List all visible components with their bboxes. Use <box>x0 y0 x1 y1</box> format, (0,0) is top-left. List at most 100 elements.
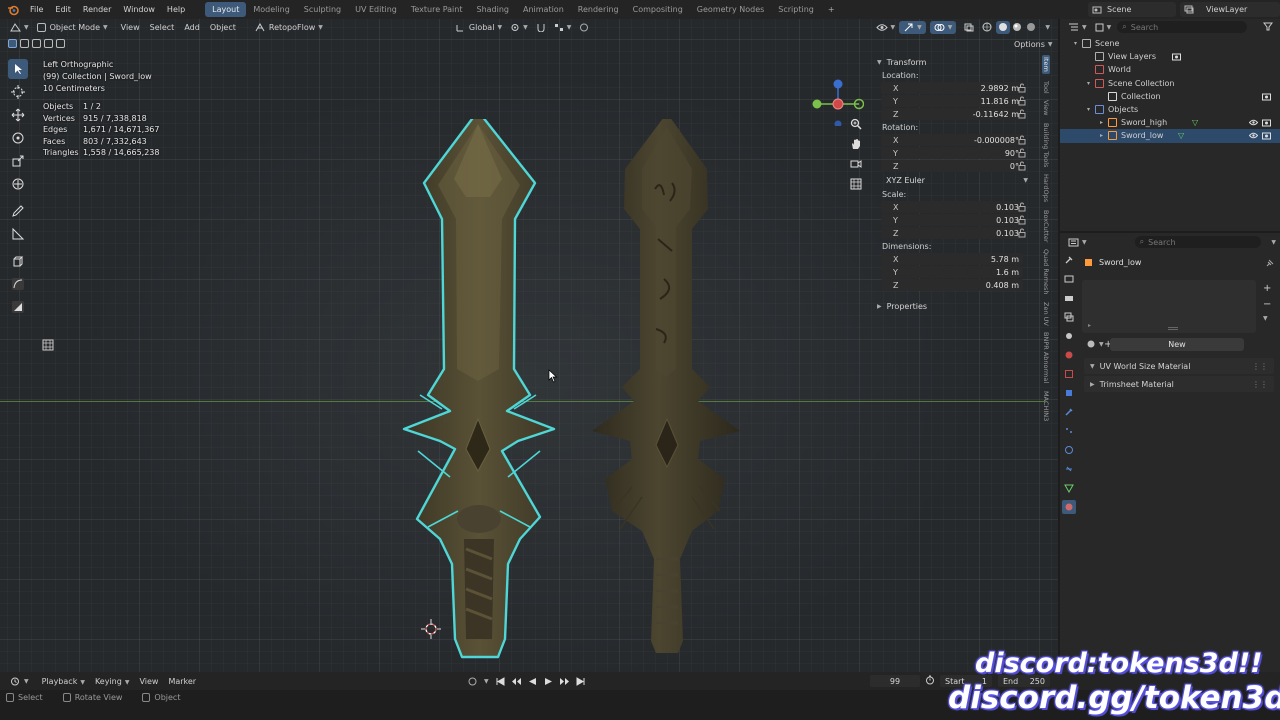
disclosure-triangle-icon[interactable]: ▾ <box>1087 106 1095 113</box>
filter-icon[interactable] <box>1263 22 1274 33</box>
prev-keyframe-icon[interactable] <box>511 677 521 686</box>
annotate-tool[interactable] <box>8 201 28 221</box>
viewport-menu-view[interactable]: View <box>116 23 145 32</box>
rotation-z-field[interactable]: Z 0° <box>881 160 1023 172</box>
next-keyframe-icon[interactable] <box>559 677 569 686</box>
outliner-row-view-layers[interactable]: View Layers <box>1060 50 1280 63</box>
location-y-field[interactable]: Y 11.816 m <box>881 95 1023 107</box>
select-invert-icon[interactable] <box>44 39 53 48</box>
slot-specials-icon[interactable]: ▼ <box>1263 315 1268 322</box>
rotation-y-field[interactable]: Y 90° <box>881 147 1023 159</box>
outliner-row-collection[interactable]: Collection <box>1060 90 1280 103</box>
n-tab-bnpr-abnormal[interactable]: BNPR Abnormal <box>1042 332 1050 383</box>
workspace-tab-texture-paint[interactable]: Texture Paint <box>404 2 470 17</box>
outliner-row-sword-high[interactable]: ▸ Sword_high ▽ <box>1060 116 1280 129</box>
data-tab-icon[interactable] <box>1062 481 1076 495</box>
outliner-editor-type[interactable]: ▼ <box>1064 21 1091 34</box>
xray-toggle[interactable] <box>960 21 978 34</box>
lock-icon[interactable] <box>1017 202 1027 212</box>
move-tool[interactable] <box>8 105 28 125</box>
constraints-tab-icon[interactable] <box>1062 462 1076 476</box>
3d-viewport[interactable]: ▼ Object Mode ▼ View Select Add Object Retop… <box>0 19 1058 672</box>
lock-icon[interactable] <box>1017 161 1027 171</box>
scale-tool[interactable] <box>8 151 28 171</box>
shading-options-dropdown[interactable]: ▼ <box>1038 21 1054 34</box>
workspace-tab-rendering[interactable]: Rendering <box>571 2 626 17</box>
tool-tab-icon[interactable] <box>1062 253 1076 267</box>
select-new-icon[interactable] <box>8 39 17 48</box>
workspace-tab-sculpting[interactable]: Sculpting <box>297 2 348 17</box>
blender-logo-icon[interactable] <box>6 3 20 17</box>
browse-material-dropdown[interactable]: ▼ <box>1086 338 1104 351</box>
render-camera-icon[interactable] <box>1262 131 1271 140</box>
menu-edit[interactable]: Edit <box>49 5 77 14</box>
physics-tab-icon[interactable] <box>1062 443 1076 457</box>
workspace-tab-animation[interactable]: Animation <box>516 2 571 17</box>
dimensions-y-field[interactable]: Y 1.6 m <box>881 266 1023 278</box>
keying-dropdown-icon[interactable]: ▼ <box>484 678 489 685</box>
n-tab-tool[interactable]: Tool <box>1042 81 1050 94</box>
record-icon[interactable] <box>468 677 477 686</box>
location-z-field[interactable]: Z -0.11642 m <box>881 108 1023 120</box>
workspace-tab-geometry-nodes[interactable]: Geometry Nodes <box>690 2 771 17</box>
mesh-data-icon[interactable]: ▽ <box>1192 118 1198 127</box>
n-tab-boxcutter[interactable]: BoxCutter <box>1042 210 1050 243</box>
add-cube-tool[interactable] <box>8 251 28 271</box>
play-reverse-icon[interactable] <box>528 677 537 686</box>
outliner-row-scene-collection[interactable]: ▾ Scene Collection <box>1060 77 1280 90</box>
disclosure-triangle-icon[interactable]: ▾ <box>1074 40 1082 47</box>
shading-rendered-button[interactable] <box>1024 21 1038 34</box>
viewport-menu-add[interactable]: Add <box>179 23 205 32</box>
drag-handle-icon[interactable]: ⋮⋮ <box>1252 362 1268 371</box>
jump-end-icon[interactable] <box>576 676 585 686</box>
n-tab-zen-uv[interactable]: Zen UV <box>1042 302 1050 326</box>
sword-high-mesh[interactable] <box>592 119 740 653</box>
outliner-row-world[interactable]: World <box>1060 63 1280 76</box>
visibility-eye-icon[interactable] <box>1248 131 1259 140</box>
render-camera-icon[interactable] <box>1172 52 1181 61</box>
trimsheet-tool[interactable] <box>8 297 28 317</box>
display-mode-dropdown[interactable]: ▼ <box>1091 21 1116 34</box>
rotation-x-field[interactable]: X -0.000008° <box>881 134 1023 146</box>
current-frame-field[interactable]: 99 <box>870 675 920 687</box>
jump-start-icon[interactable] <box>496 676 505 686</box>
add-slot-icon[interactable]: + <box>1263 283 1271 294</box>
panel-trimsheet-material[interactable]: ▶ Trimsheet Material ⋮⋮ <box>1084 376 1274 392</box>
timeline-menu-playback[interactable]: Playback ▼ <box>37 677 90 686</box>
output-tab-icon[interactable] <box>1062 291 1076 305</box>
retopoflow-dropdown[interactable]: RetopoFlow ▼ <box>251 21 327 34</box>
view-layer-selector[interactable]: ViewLayer <box>1180 2 1280 17</box>
overlays-toggle[interactable]: ▼ <box>929 20 957 34</box>
snap-target-dropdown[interactable]: ▼ <box>550 21 576 34</box>
n-tab-view[interactable]: View <box>1042 100 1050 115</box>
n-tab-machin3[interactable]: MACHIN3 <box>1042 391 1050 421</box>
grid-toggle-icon[interactable] <box>42 339 54 353</box>
resize-handle-icon[interactable] <box>1168 327 1178 330</box>
collection-tab-icon[interactable] <box>1062 367 1076 381</box>
transform-panel-header[interactable]: ▼ Transform <box>877 55 1037 69</box>
measure-tool[interactable] <box>8 224 28 244</box>
lock-icon[interactable] <box>1017 228 1027 238</box>
viewport-menu-select[interactable]: Select <box>145 23 180 32</box>
outliner-row-scene[interactable]: ▾ Scene <box>1060 37 1280 50</box>
disclosure-triangle-icon[interactable]: ▾ <box>1087 80 1095 87</box>
scene-selector[interactable]: Scene <box>1088 2 1176 17</box>
scene-tab-icon[interactable] <box>1062 329 1076 343</box>
play-icon[interactable] <box>544 677 553 686</box>
view-layer-tab-icon[interactable] <box>1062 310 1076 324</box>
menu-render[interactable]: Render <box>77 5 117 14</box>
lock-icon[interactable] <box>1017 135 1027 145</box>
proportional-edit-button[interactable] <box>575 21 593 34</box>
properties-search-input[interactable]: ⌕ Search <box>1134 236 1262 248</box>
rotation-mode-dropdown[interactable]: XYZ Euler ▼ <box>881 173 1033 187</box>
snap-button[interactable] <box>532 21 550 34</box>
neg-z-axis-icon[interactable] <box>834 120 842 127</box>
camera-view-icon[interactable] <box>847 154 865 174</box>
n-tab-hardops[interactable]: HardOps <box>1042 174 1050 202</box>
workspace-tab-scripting[interactable]: Scripting <box>771 2 821 17</box>
particles-tab-icon[interactable] <box>1062 424 1076 438</box>
timeline-menu-marker[interactable]: Marker <box>163 677 201 686</box>
zoom-icon[interactable] <box>847 114 865 134</box>
lock-icon[interactable] <box>1017 148 1027 158</box>
drag-handle-icon[interactable]: ⋮⋮ <box>1252 380 1268 389</box>
